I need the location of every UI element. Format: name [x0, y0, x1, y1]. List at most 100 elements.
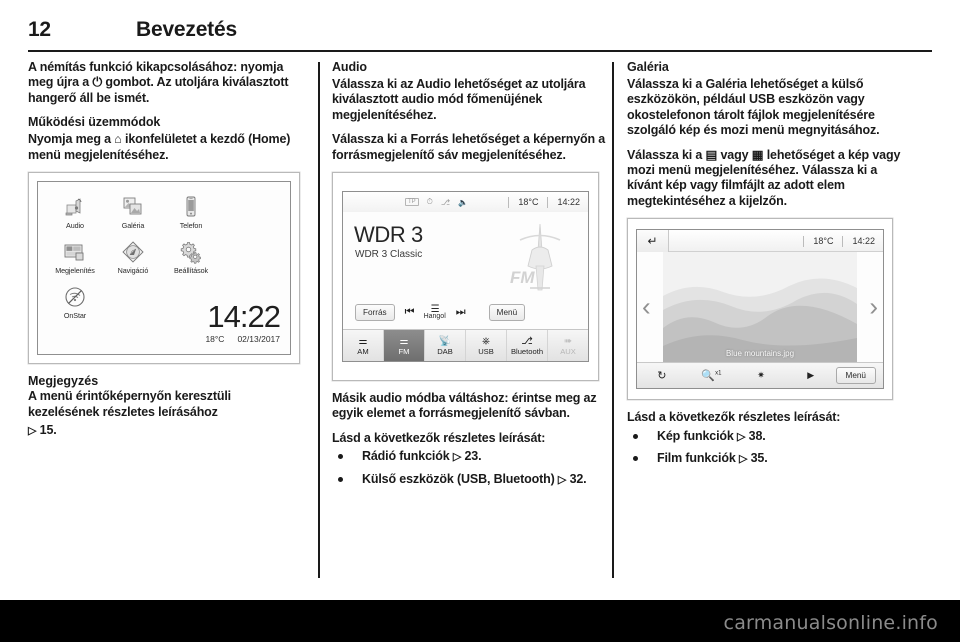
reference-glyph: ▷ — [737, 430, 746, 443]
home-temperature: 18°C — [205, 334, 225, 345]
status-separator — [508, 196, 510, 208]
home-item-onstar[interactable]: OnStar — [46, 282, 104, 320]
list-item-page: 32. — [569, 471, 587, 486]
gallery-see-details: Lásd a következők részletes leírását: — [627, 410, 841, 425]
home-icon-grid: Audio Galéria Telefon Megjelenítés Navig… — [46, 192, 221, 327]
list-item-reference: ▷ 38. — [737, 429, 766, 443]
gallery-temperature: 18°C — [813, 236, 834, 247]
home-item-label: Audio — [66, 221, 84, 231]
list-item-text: Rádió funkciók — [362, 449, 450, 464]
gallery-status-right: 18°C 14:22 — [794, 230, 875, 252]
source-tab-am[interactable]: ⚌ AM — [343, 330, 384, 362]
heading-operating-modes: Működési üzemmódok — [28, 115, 161, 130]
bullet-dot — [338, 476, 343, 482]
reference-glyph: ▷ — [557, 473, 567, 486]
home-item-label: Beállítások — [173, 266, 209, 276]
previous-station-button[interactable]: ⏮ — [405, 306, 415, 319]
audio-reference-list: Rádió funkciók ▷ 23. Külső eszközök (USB… — [332, 449, 609, 488]
dab-icon: 📡 — [438, 335, 452, 347]
page-title: Bevezetés — [136, 18, 237, 41]
slideshow-icon[interactable]: ▶ — [786, 370, 836, 381]
list-item-page: 38. — [748, 428, 766, 443]
home-item-telefon[interactable]: Telefon — [162, 192, 220, 230]
fm-band-logo: FM — [506, 220, 574, 292]
list-item-page: 23. — [464, 449, 482, 464]
source-tab-label: AM — [357, 346, 369, 356]
bullet-dot — [338, 454, 343, 460]
source-tab-usb[interactable]: ⎈ USB — [466, 330, 507, 362]
next-station-button[interactable]: ⏭ — [456, 306, 466, 319]
source-button[interactable]: Forrás — [355, 304, 395, 322]
home-item-megjelenites[interactable]: Megjelenítés — [46, 237, 104, 275]
gallery-paragraph-1: Válassza ki a Galéria lehetőséget a küls… — [627, 77, 880, 138]
radio-station-info: WDR 3 Classic — [355, 249, 423, 261]
source-tab-dab[interactable]: 📡 DAB — [425, 330, 466, 362]
aux-icon: ➠ — [563, 335, 573, 347]
source-tab-label: USB — [478, 346, 494, 356]
tp-icon: TP — [405, 198, 419, 207]
source-tab-label: AUX — [560, 346, 576, 356]
home-date: 02/13/2017 — [237, 334, 280, 345]
reference-glyph: ▷ — [452, 451, 462, 464]
list-item-text: Film funkciók — [657, 451, 736, 466]
gallery-toolbar: ↻ 🔍x1 ✷ ▶ Menü — [637, 362, 883, 389]
home-menu-paragraph: Nyomja meg a ⌂ ikonfelületet a kezdő (Ho… — [28, 132, 291, 162]
bluetooth-icon: ⎇ — [440, 197, 451, 207]
zoom-icon[interactable]: 🔍x1 — [687, 369, 737, 382]
source-tab-bluetooth[interactable]: ⎇ Bluetooth — [507, 330, 548, 362]
home-item-label: OnStar — [63, 311, 87, 321]
source-tab-aux[interactable]: ➠ AUX — [548, 330, 588, 361]
antenna-icon: ⚌ — [399, 335, 409, 347]
audio-see-details: Lásd a következők részletes leírását: — [332, 430, 546, 445]
home-item-label: Telefon — [179, 221, 203, 231]
gallery-filename: Blue mountains.jpg — [725, 349, 795, 359]
list-item-reference: ▷ 35. — [739, 451, 768, 465]
home-item-beallitasok[interactable]: Beállítások — [162, 237, 220, 275]
home-screen: Audio Galéria Telefon Megjelenítés Navig… — [37, 181, 291, 356]
gallery-screen: ↵ 18°C 14:22 ‹ › Blue mountains.jpg ↻ 🔍x… — [636, 229, 884, 390]
settings-icon — [162, 237, 220, 264]
column-three: Galéria Válassza ki a Galéria lehetősége… — [627, 60, 904, 473]
mute-icon: 🔈 — [458, 197, 469, 207]
column-divider-2 — [612, 62, 614, 578]
source-tab-label: DAB — [437, 346, 453, 356]
note-reference: ▷ 15. — [28, 423, 305, 439]
page-number: 12 — [28, 18, 51, 41]
gallery-menu-button[interactable]: Menü — [835, 367, 876, 385]
effects-icon[interactable]: ✷ — [736, 370, 786, 381]
home-item-navigacio[interactable]: Navigáció — [104, 237, 162, 275]
gallery-photo[interactable]: Blue mountains.jpg — [663, 252, 857, 363]
gallery-time: 14:22 — [852, 236, 875, 247]
rotate-icon[interactable]: ↻ — [637, 369, 687, 382]
note-body-text: A menü érintőképernyőn keresztüli kezelé… — [28, 389, 231, 419]
audio-paragraph-2: Válassza ki a Forrás lehetőséget a képer… — [332, 132, 606, 162]
chevron-right-icon[interactable]: › — [869, 292, 878, 323]
note-heading: Megjegyzés — [28, 374, 99, 389]
figure-gallery-screen: ↵ 18°C 14:22 ‹ › Blue mountains.jpg ↻ 🔍x… — [627, 218, 893, 401]
usb-icon: ⎈ — [482, 335, 490, 347]
gallery-reference-list: Kép funkciók ▷ 38. Film funkciók ▷ 35. — [627, 429, 904, 468]
source-tab-fm[interactable]: ⚌ FM — [384, 330, 425, 362]
column-two: Audio Válassza ki az Audio lehetőséget a… — [332, 60, 609, 494]
back-arrow-icon[interactable]: ↵ — [637, 230, 669, 253]
list-item-page: 35. — [750, 451, 768, 466]
zoom-level-label: x1 — [715, 370, 722, 377]
chevron-left-icon[interactable]: ‹ — [642, 292, 651, 323]
tune-control[interactable]: ☰ Hangol — [424, 304, 446, 320]
audio-paragraph-3: Másik audio módba váltáshoz: érintse meg… — [332, 391, 597, 421]
list-item: Külső eszközök (USB, Bluetooth) ▷ 32. — [332, 472, 609, 488]
list-item: Kép funkciók ▷ 38. — [627, 429, 904, 445]
list-item-text: Kép funkciók — [657, 428, 734, 443]
gallery-status-bar: ↵ 18°C 14:22 — [637, 230, 883, 253]
radio-status-right: 18°C 14:22 — [499, 196, 580, 208]
bullet-dot — [633, 456, 638, 462]
phone-icon — [162, 192, 220, 219]
status-separator — [803, 235, 805, 247]
home-item-audio[interactable]: Audio — [46, 192, 104, 230]
note-body: A menü érintőképernyőn keresztüli kezelé… — [28, 389, 305, 420]
home-item-galeria[interactable]: Galéria — [104, 192, 162, 230]
radio-time: 14:22 — [557, 197, 580, 208]
radio-controls: Forrás ⏮ ☰ Hangol ⏭ Menü — [355, 304, 526, 322]
list-item: Rádió funkciók ▷ 23. — [332, 449, 609, 465]
radio-menu-button[interactable]: Menü — [488, 304, 526, 322]
